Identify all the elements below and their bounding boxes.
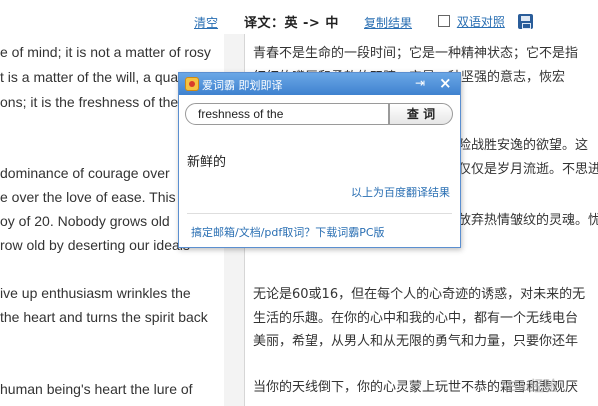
source-line: human being's heart the lure of [0,381,193,397]
popup-divider [187,213,452,214]
popup-header[interactable]: 爱词霸 即划即译 ⇥ × [179,73,460,95]
copy-result-link[interactable]: 复制结果 [364,14,412,31]
bilingual-compare-label: 双语对照 [456,15,505,29]
translation-line: 青春不是生命的一段时间；它是一种精神状态；它不是指 [253,46,579,61]
source-line: the heart and turns the spirit back [0,309,208,325]
search-button[interactable]: 查 词 [389,103,453,125]
source-line: ive up enthusiasm wrinkles the [0,285,191,301]
iciba-popup: 爱词霸 即划即译 ⇥ × 查 词 新鲜的 以上为百度翻译结果 搞定邮箱/文档/p… [178,72,461,248]
source-line: ons; it is the freshness of the [0,94,179,110]
source-line: dominance of courage over [0,165,170,181]
bilingual-compare-toggle[interactable]: 双语对照 [438,13,505,30]
translation-line: 美丽，希望，从男人和从无限的勇气和力量，只要你还年 [253,334,579,349]
save-icon[interactable] [518,14,533,29]
translation-line: 无论是60或16，但在每个人的心奇迹的诱惑，对未来的无 [253,287,586,302]
source-line: oy of 20. Nobody grows old [0,213,170,229]
source-line: e over the love of ease. This o [0,189,188,205]
close-icon[interactable]: × [439,74,452,92]
toolbar: 清空 译文：英 -> 中 复制结果 双语对照 [0,0,598,34]
popup-title: 爱词霸 即划即译 [202,79,283,92]
iciba-logo-icon [185,77,199,91]
translation-line: 放弃热情皱纹的灵魂。忧 [458,213,598,228]
source-line: e of mind; it is not a matter of rosy [0,44,211,60]
search-input[interactable] [185,103,389,125]
translation-result: 新鲜的 [187,155,227,170]
source-line: row old by deserting our ideals [0,237,190,253]
translation-direction-title: 译文：英 -> 中 [244,16,339,31]
clear-link[interactable]: 清空 [194,14,218,31]
pin-icon[interactable]: ⇥ [415,76,425,90]
bilingual-compare-checkbox[interactable] [438,15,450,27]
download-pc-link[interactable]: 搞定邮箱/文档/pdf取词？下载词霸PC版 [191,224,385,240]
translation-line: 生活的乐趣。在你的心中和我的心中，都有一个无线电台 [253,311,579,326]
result-source-note: 以上为百度翻译结果 [351,186,450,199]
baidu-jingyan-watermark: Bai经验 [508,378,558,394]
translation-line: 仅仅是岁月流逝。不思进 [458,162,598,177]
source-line: t is a matter of the will, a qua [0,69,179,85]
translation-line: 险战胜安逸的欲望。这 [458,138,589,153]
